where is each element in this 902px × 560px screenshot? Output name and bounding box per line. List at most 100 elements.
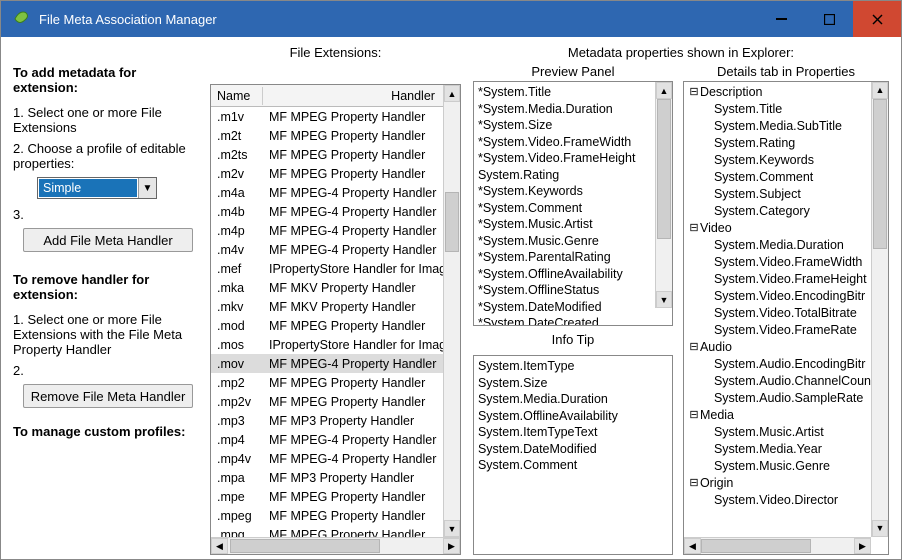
tree-item[interactable]: System.Audio.ChannelCoun [684,373,871,390]
details-tree[interactable]: ⊟ DescriptionSystem.TitleSystem.Media.Su… [683,81,889,555]
tree-item[interactable]: System.Music.Artist [684,424,871,441]
list-item[interactable]: *System.DateModified [476,299,655,316]
details-vscrollbar[interactable]: ▲ ▼ [871,82,888,537]
tree-item[interactable]: System.Music.Genre [684,458,871,475]
list-item[interactable]: *System.DateCreated [476,315,655,325]
table-row[interactable]: .m4vMF MPEG-4 Property Handler [211,240,460,259]
list-item[interactable]: System.Rating [476,167,655,184]
table-row[interactable]: .modMF MPEG Property Handler [211,316,460,335]
tree-item[interactable]: System.Comment [684,169,871,186]
tree-item[interactable]: System.Video.FrameHeight [684,271,871,288]
tree-item[interactable]: System.Audio.SampleRate [684,390,871,407]
collapse-icon[interactable]: ⊟ [688,220,700,237]
table-row[interactable]: .mkaMF MKV Property Handler [211,278,460,297]
scroll-down-icon[interactable]: ▼ [444,520,460,537]
tree-group[interactable]: ⊟ Audio [684,339,871,356]
table-row[interactable]: .mpegMF MPEG Property Handler [211,506,460,525]
table-row[interactable]: .mp2vMF MPEG Property Handler [211,392,460,411]
infotip-listbox[interactable]: System.ItemTypeSystem.SizeSystem.Media.D… [473,355,673,555]
column-name[interactable]: Name [211,87,263,105]
list-item[interactable]: *System.Video.FrameHeight [476,150,655,167]
list-item[interactable]: System.DateModified [476,441,670,458]
list-item[interactable]: *System.Comment [476,200,655,217]
list-item[interactable]: System.Media.Duration [476,391,670,408]
maximize-button[interactable] [805,1,853,37]
minimize-button[interactable] [757,1,805,37]
scroll-left-icon[interactable]: ◀ [684,538,701,554]
table-row[interactable]: .m4aMF MPEG-4 Property Handler [211,183,460,202]
scroll-down-icon[interactable]: ▼ [656,291,672,308]
list-item[interactable]: System.ItemTypeText [476,424,670,441]
close-button[interactable] [853,1,901,37]
table-row[interactable]: .m2tMF MPEG Property Handler [211,126,460,145]
vertical-scrollbar[interactable]: ▲ ▼ [443,85,460,537]
details-hscrollbar[interactable]: ◀ ▶ [684,537,871,554]
table-row[interactable]: .m4pMF MPEG-4 Property Handler [211,221,460,240]
add-handler-button[interactable]: Add File Meta Handler [23,228,193,252]
tree-item[interactable]: System.Rating [684,135,871,152]
preview-listbox[interactable]: *System.Title*System.Media.Duration*Syst… [473,81,673,326]
scroll-right-icon[interactable]: ▶ [443,538,460,554]
table-row[interactable]: .mosIPropertyStore Handler for Image [211,335,460,354]
collapse-icon[interactable]: ⊟ [688,84,700,101]
column-handler[interactable]: Handler [263,87,460,105]
table-row[interactable]: .m2tsMF MPEG Property Handler [211,145,460,164]
table-row[interactable]: .mp4MF MPEG-4 Property Handler [211,430,460,449]
scroll-up-icon[interactable]: ▲ [872,82,888,99]
tree-group[interactable]: ⊟ Media [684,407,871,424]
tree-group[interactable]: ⊟ Video [684,220,871,237]
table-row[interactable]: .m4bMF MPEG-4 Property Handler [211,202,460,221]
collapse-icon[interactable]: ⊟ [688,407,700,424]
list-item[interactable]: *System.Size [476,117,655,134]
tree-item[interactable]: System.Video.TotalBitrate [684,305,871,322]
tree-item[interactable]: System.Media.Duration [684,237,871,254]
scroll-up-icon[interactable]: ▲ [656,82,672,99]
table-row[interactable]: .mpaMF MP3 Property Handler [211,468,460,487]
horizontal-scrollbar[interactable]: ◀ ▶ [211,537,460,554]
profile-combo[interactable]: Simple ▼ [37,177,157,199]
table-row[interactable]: .mp4vMF MPEG-4 Property Handler [211,449,460,468]
list-item[interactable]: System.Comment [476,457,670,474]
tree-item[interactable]: System.Category [684,203,871,220]
list-item[interactable]: *System.Title [476,84,655,101]
list-item[interactable]: System.OfflineAvailability [476,408,670,425]
list-item[interactable]: System.Size [476,375,670,392]
table-row[interactable]: .mp2MF MPEG Property Handler [211,373,460,392]
list-item[interactable]: *System.Keywords [476,183,655,200]
table-row[interactable]: .mpgMF MPEG Property Handler [211,525,460,537]
tree-item[interactable]: System.Title [684,101,871,118]
chevron-down-icon[interactable]: ▼ [138,178,156,198]
tree-item[interactable]: System.Video.Director [684,492,871,509]
table-row[interactable]: .mp3MF MP3 Property Handler [211,411,460,430]
tree-item[interactable]: System.Video.FrameRate [684,322,871,339]
tree-item[interactable]: System.Keywords [684,152,871,169]
list-item[interactable]: *System.ParentalRating [476,249,655,266]
list-item[interactable]: System.ItemType [476,358,670,375]
tree-group[interactable]: ⊟ Origin [684,475,871,492]
preview-scrollbar[interactable]: ▲ ▼ [655,82,672,308]
list-item[interactable]: *System.Music.Genre [476,233,655,250]
scroll-right-icon[interactable]: ▶ [854,538,871,554]
list-item[interactable]: *System.OfflineStatus [476,282,655,299]
collapse-icon[interactable]: ⊟ [688,339,700,356]
remove-handler-button[interactable]: Remove File Meta Handler [23,384,193,408]
collapse-icon[interactable]: ⊟ [688,475,700,492]
list-item[interactable]: *System.Music.Artist [476,216,655,233]
table-row[interactable]: .m1vMF MPEG Property Handler [211,107,460,126]
table-row[interactable]: .movMF MPEG-4 Property Handler [211,354,460,373]
extensions-table[interactable]: Name Handler .m1vMF MPEG Property Handle… [210,84,461,555]
tree-item[interactable]: System.Subject [684,186,871,203]
scroll-down-icon[interactable]: ▼ [872,520,888,537]
table-row[interactable]: .m2vMF MPEG Property Handler [211,164,460,183]
list-item[interactable]: *System.OfflineAvailability [476,266,655,283]
tree-item[interactable]: System.Audio.EncodingBitr [684,356,871,373]
scroll-left-icon[interactable]: ◀ [211,538,228,554]
tree-item[interactable]: System.Video.EncodingBitr [684,288,871,305]
tree-group[interactable]: ⊟ Description [684,84,871,101]
tree-item[interactable]: System.Media.Year [684,441,871,458]
tree-item[interactable]: System.Video.FrameWidth [684,254,871,271]
list-item[interactable]: *System.Media.Duration [476,101,655,118]
tree-item[interactable]: System.Media.SubTitle [684,118,871,135]
scroll-up-icon[interactable]: ▲ [444,85,460,102]
table-row[interactable]: .mkvMF MKV Property Handler [211,297,460,316]
